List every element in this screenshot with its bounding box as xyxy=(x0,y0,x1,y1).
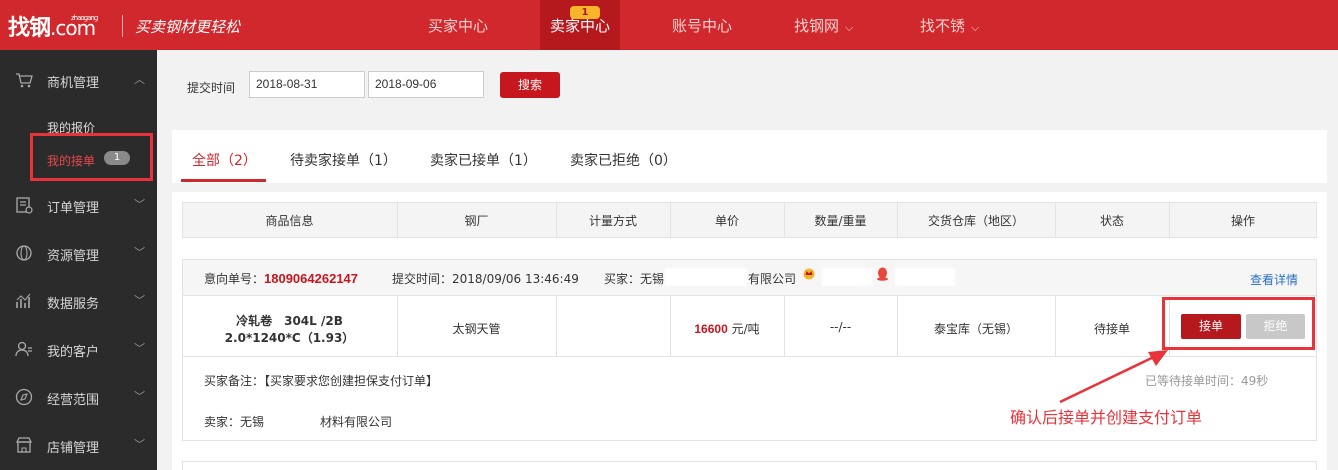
nav-seller-center[interactable]: 卖家中心 1 xyxy=(540,0,621,50)
product-name: 冷轧卷 304L /2B xyxy=(236,314,343,328)
col-actions: 操作 xyxy=(1230,214,1255,228)
sidebar: 商机管理 ︿ 我的报价 我的接单 订单管理 ﹀ 资源管理 ﹀ 数据服务 ﹀ 我的… xyxy=(0,50,157,470)
col-mill: 钢厂 xyxy=(464,214,489,228)
site-logo[interactable]: 找钢.com zhaogang xyxy=(8,10,98,42)
start-date-input[interactable]: 2018-08-31 xyxy=(249,71,365,98)
tab-pending[interactable]: 待卖家接单（1） xyxy=(290,150,397,170)
order-number-value: 1809064262147 xyxy=(264,271,359,286)
column-divider xyxy=(556,296,557,357)
submit-time-label: 提交时间 xyxy=(187,81,236,95)
slogan: 买卖钢材更轻松 xyxy=(135,18,241,36)
order-icon xyxy=(14,195,34,215)
buyer-remark: 买家备注：【买家要求您创建担保支付订单】 xyxy=(204,374,439,388)
col-measure: 计量方式 xyxy=(588,214,637,228)
col-price: 单价 xyxy=(714,214,739,228)
warehouse: 泰宝库（无锡） xyxy=(933,322,1018,336)
buyer-name-suffix: 有限公司 xyxy=(748,272,797,286)
resource-icon xyxy=(14,243,34,263)
logo-text: 找钢 xyxy=(8,16,51,41)
chevron-down-icon: ﹀ xyxy=(134,246,145,259)
sidebar-item-label: 商机管理 xyxy=(47,76,100,91)
sidebar-item-resources[interactable]: 资源管理 ﹀ xyxy=(0,229,157,277)
buyer-name-prefix: 买家：无锡 xyxy=(604,272,665,286)
sidebar-item-label: 数据服务 xyxy=(47,297,100,312)
sidebar-item-label: 我的客户 xyxy=(47,345,100,360)
sidebar-item-label: 店铺管理 xyxy=(47,441,100,456)
order-number-label: 意向单号： xyxy=(204,272,265,286)
sidebar-item-shop[interactable]: 店铺管理 ﹀ xyxy=(0,421,157,469)
col-status: 状态 xyxy=(1099,214,1124,228)
chevron-down-icon: ⌵ xyxy=(971,21,980,34)
customer-icon xyxy=(14,339,34,359)
redacted-area xyxy=(822,268,872,286)
price-value: 16600 xyxy=(694,322,728,336)
highlight-box-actions xyxy=(1162,297,1315,350)
sidebar-item-orders[interactable]: 订单管理 ﹀ xyxy=(0,181,157,229)
tab-accepted[interactable]: 卖家已接单（1） xyxy=(430,150,537,170)
chevron-down-icon: ﹀ xyxy=(134,342,145,355)
sidebar-item-label: 经营范围 xyxy=(47,393,100,408)
order-submit-time: 提交时间：2018/09/06 13:46:49 xyxy=(392,272,579,286)
chart-icon xyxy=(14,291,34,311)
compass-icon xyxy=(14,387,34,407)
nav-badge: 1 xyxy=(570,6,600,19)
redacted-area xyxy=(665,268,747,286)
annotation-arrow xyxy=(1059,350,1168,404)
view-details-link[interactable]: 查看详情 xyxy=(1250,271,1298,288)
chevron-down-icon: ﹀ xyxy=(134,294,145,307)
price-unit: 元/吨 xyxy=(727,322,760,336)
redacted-area xyxy=(895,268,955,286)
unit-price: 16600 元/吨 xyxy=(670,320,784,337)
tab-all[interactable]: 全部（2） xyxy=(192,150,257,170)
order-number: 意向单号：1809064262147 xyxy=(204,270,358,287)
sidebar-item-data[interactable]: 数据服务 ﹀ xyxy=(0,277,157,325)
product-spec: 2.0*1240*C（1.93） xyxy=(224,331,355,345)
nav-account-center[interactable]: 账号中心 xyxy=(672,0,732,50)
active-tab-underline xyxy=(181,179,266,182)
sidebar-item-business-scope[interactable]: 经营范围 ﹀ xyxy=(0,373,157,421)
sidebar-item-customers[interactable]: 我的客户 ﹀ xyxy=(0,325,157,373)
shop-icon xyxy=(14,435,34,455)
qq-icon[interactable] xyxy=(876,267,889,284)
sidebar-item-label: 订单管理 xyxy=(47,201,100,216)
cart-icon xyxy=(14,70,34,90)
sidebar-item-opportunities[interactable]: 商机管理 ︿ xyxy=(0,56,157,104)
chevron-up-icon: ︿ xyxy=(134,73,145,86)
col-warehouse: 交货仓库（地区） xyxy=(927,214,1024,228)
steel-mill: 太钢天管 xyxy=(452,322,501,336)
end-date-input[interactable]: 2018-09-06 xyxy=(368,71,484,98)
seller-name: 卖家：无锡 材料有限公司 xyxy=(204,413,392,430)
nav-zhaogang[interactable]: 找钢网 ⌵ xyxy=(794,0,853,50)
logo-divider xyxy=(122,15,123,37)
top-navbar: 找钢.com zhaogang 买卖钢材更轻松 买家中心 卖家中心 1 账号中心… xyxy=(0,0,1338,50)
nav-stainless[interactable]: 找不锈 ⌵ xyxy=(920,0,979,50)
annotation-text: 确认后接单并创建支付订单 xyxy=(1010,408,1203,427)
search-button[interactable]: 搜索 xyxy=(500,72,560,98)
tab-rejected[interactable]: 卖家已拒绝（0） xyxy=(570,150,677,170)
nav-buyer-center[interactable]: 买家中心 xyxy=(428,0,488,50)
highlight-box-sidebar xyxy=(30,133,153,181)
col-quantity: 数量/重量 xyxy=(814,214,867,228)
logo-pinyin: zhaogang xyxy=(71,14,98,22)
chevron-down-icon: ⌵ xyxy=(845,21,854,34)
seller-name-suffix: 材料有限公司 xyxy=(320,415,393,429)
col-product: 商品信息 xyxy=(265,214,314,228)
order-status: 待接单 xyxy=(1093,322,1130,336)
chevron-down-icon: ﹀ xyxy=(134,198,145,211)
next-order-panel xyxy=(182,461,1317,470)
quantity-weight: --/-- xyxy=(829,320,852,334)
chevron-down-icon: ﹀ xyxy=(134,390,145,403)
sidebar-item-label: 资源管理 xyxy=(47,249,100,264)
chevron-down-icon: ﹀ xyxy=(134,438,145,451)
seller-name-prefix: 卖家：无锡 xyxy=(204,415,265,429)
crown-icon xyxy=(802,266,816,283)
